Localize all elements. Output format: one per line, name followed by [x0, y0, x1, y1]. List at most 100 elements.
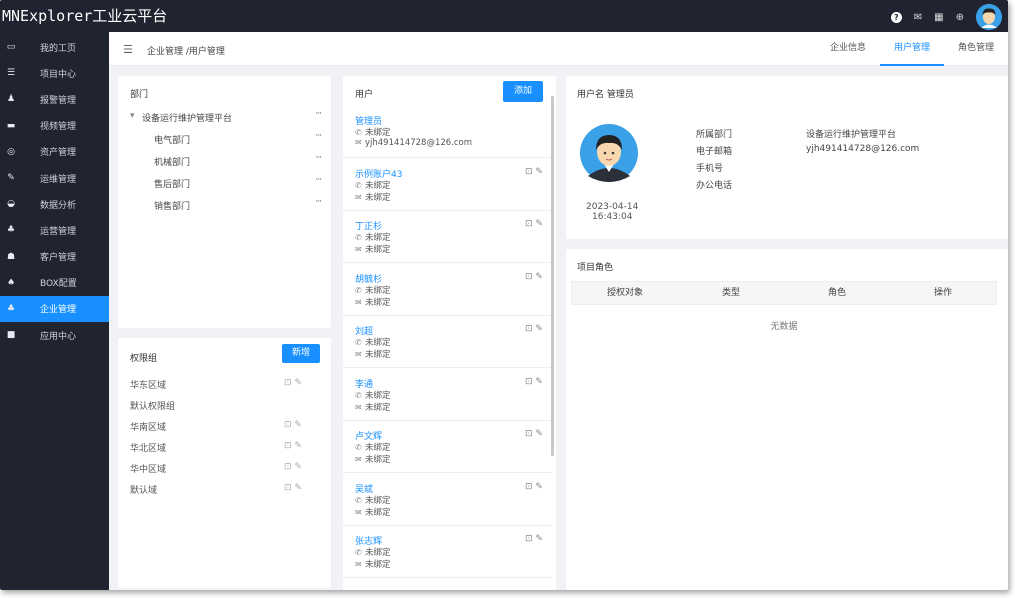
caret-down-icon[interactable]: ▾	[130, 111, 135, 121]
box-icon: ♠	[6, 277, 16, 288]
menu-toggle-icon[interactable]: ☰	[123, 43, 133, 56]
more-icon[interactable]: ···	[315, 109, 322, 119]
user-phone: ✆ 未绑定	[355, 336, 391, 348]
auth-group-name: 华北区域	[130, 444, 167, 454]
sidebar-item-label: 运营管理	[40, 226, 77, 237]
department-item[interactable]: 销售部门 ···	[118, 197, 331, 215]
phone-icon: ✆	[355, 180, 362, 190]
project-role-title: 项目角色	[577, 263, 614, 273]
mail-icon: ✉	[355, 138, 362, 147]
app-window: MNExplorer工业云平台 ? ✉ ▦ ⊕ ▭ 我的工页 ☰ 项目中心 ♟ 报警管理 ▬…	[0, 0, 1008, 590]
sidebar-item[interactable]: ◎ 资产管理	[0, 139, 109, 165]
edit-delete-icons[interactable]: ⊡ ✎	[525, 272, 543, 282]
user-phone: ✆ 未绑定	[355, 494, 391, 506]
department-name: 机械部门	[154, 158, 191, 168]
edit-delete-icons[interactable]: ⊡ ✎	[525, 324, 543, 334]
edit-delete-icons[interactable]: ⊡ ✎	[525, 167, 543, 177]
auth-group-item[interactable]: 华中区域 ⊡ ✎	[130, 462, 330, 475]
sidebar-item[interactable]: ☰ 项目中心	[0, 60, 109, 86]
created-date: 2023-04-14	[586, 202, 639, 212]
more-icon[interactable]: ···	[315, 197, 322, 207]
more-icon[interactable]: ···	[315, 153, 322, 163]
sidebar-item[interactable]: ♣ 企业管理	[0, 295, 109, 323]
user-email: ✉ 未绑定	[355, 296, 391, 308]
auth-group-item[interactable]: 默认域 ⊡ ✎	[130, 483, 330, 496]
user-email: ✉ 未绑定	[355, 453, 391, 465]
edit-delete-icons[interactable]: ⊡ ✎	[525, 482, 543, 492]
mail-icon: ✉	[355, 192, 362, 202]
user-email-value: yjh491414728@126.com	[365, 138, 473, 148]
sidebar-item[interactable]: ♣ 运营管理	[0, 217, 109, 243]
column-header: 操作	[933, 288, 952, 298]
sidebar-item-label: 项目中心	[40, 69, 77, 80]
mail-icon[interactable]: ✉	[914, 12, 922, 23]
edit-delete-icons[interactable]: ⊡ ✎	[525, 377, 543, 387]
user-card[interactable]: 卢文辉 ⊡ ✎ ✆ 未绑定 ✉ 未绑定	[343, 421, 552, 473]
user-phone: ✆ 未绑定	[355, 179, 391, 191]
department-item[interactable]: 售后部门 ···	[118, 175, 331, 193]
auth-group-panel: 权限组 新增 华东区域 ⊡ ✎ 默认权限组 华南区域 ⊡ ✎ 华北区域 ⊡ ✎ …	[118, 338, 331, 588]
auth-group-item[interactable]: 默认权限组	[130, 399, 330, 412]
sidebar-item[interactable]: ▭ 我的工页	[0, 34, 109, 60]
user-phone-value: 未绑定	[365, 233, 391, 243]
auth-group-item[interactable]: 华南区域 ⊡ ✎	[130, 420, 330, 433]
user-avatar-icon	[580, 124, 638, 182]
top-bar: MNExplorer工业云平台 ? ✉ ▦ ⊕	[0, 0, 1008, 32]
department-item[interactable]: 电气部门 ···	[118, 131, 331, 149]
edit-delete-icons[interactable]: ⊡ ✎	[284, 420, 302, 430]
edit-delete-icons[interactable]: ⊡ ✎	[284, 462, 302, 472]
user-email-value: 未绑定	[365, 245, 391, 255]
scrollbar[interactable]	[551, 96, 554, 456]
grid-icon[interactable]: ▦	[934, 12, 943, 23]
user-card[interactable]: 吴斌 ⊡ ✎ ✆ 未绑定 ✉ 未绑定	[343, 474, 552, 526]
edit-delete-icons[interactable]: ⊡ ✎	[284, 483, 302, 493]
more-icon[interactable]: ···	[315, 131, 322, 141]
sidebar-item[interactable]: ✎ 运维管理	[0, 165, 109, 191]
user-card[interactable]: 丁正杉 ⊡ ✎ ✆ 未绑定 ✉ 未绑定	[343, 211, 552, 263]
phone-icon: ✆	[355, 128, 362, 137]
sidebar-item[interactable]: ♠ BOX配置	[0, 270, 109, 296]
sidebar-item-label: 运维管理	[40, 174, 77, 185]
sidebar-item-label: 视频管理	[40, 122, 77, 133]
user-email-value: 未绑定	[365, 350, 391, 360]
user-card[interactable]: 张志辉 ⊡ ✎ ✆ 未绑定 ✉ 未绑定	[343, 526, 552, 578]
help-icon[interactable]: ?	[890, 11, 902, 23]
auth-group-item[interactable]: 华北区域 ⊡ ✎	[130, 441, 330, 454]
video-icon: ▬	[6, 120, 16, 131]
tab-role-management[interactable]: 角色管理	[944, 32, 1008, 66]
globe-icon[interactable]: ⊕	[956, 12, 964, 23]
auth-group-name: 默认权限组	[130, 402, 176, 412]
user-card[interactable]: 胡毓杉 ⊡ ✎ ✆ 未绑定 ✉ 未绑定	[343, 264, 552, 316]
tab-enterprise-info[interactable]: 企业信息	[816, 32, 880, 66]
sidebar-item[interactable]: ■ 应用中心	[0, 322, 109, 348]
column-header: 类型	[721, 288, 740, 298]
field-label: 手机号	[696, 164, 724, 174]
edit-delete-icons[interactable]: ⊡ ✎	[525, 429, 543, 439]
user-email: ✉ 未绑定	[355, 506, 391, 518]
auth-group-name: 华东区域	[130, 381, 167, 391]
auth-group-item[interactable]: 华东区域 ⊡ ✎	[130, 378, 330, 391]
department-tree-root[interactable]: ▾ 设备运行维护管理平台 ···	[118, 109, 331, 127]
add-auth-group-button[interactable]: 新增	[282, 344, 320, 363]
edit-delete-icons[interactable]: ⊡ ✎	[284, 441, 302, 451]
field-label: 电子邮箱	[696, 147, 733, 157]
user-card[interactable]: 示例账户43 ⊡ ✎ ✆ 未绑定 ✉ 未绑定	[343, 159, 552, 211]
sidebar-item[interactable]: ♟ 报警管理	[0, 86, 109, 112]
department-item[interactable]: 机械部门 ···	[118, 153, 331, 171]
user-card[interactable]: 管理员 ✆ 未绑定 ✉ yjh491414728@126.com	[343, 106, 552, 158]
sidebar-item[interactable]: ▬ 视频管理	[0, 113, 109, 139]
sidebar-item[interactable]: ☗ 客户管理	[0, 244, 109, 270]
tab-user-management[interactable]: 用户管理	[879, 32, 944, 66]
user-card[interactable]: 李通 ⊡ ✎ ✆ 未绑定 ✉ 未绑定	[343, 369, 552, 421]
more-icon[interactable]: ···	[315, 175, 322, 185]
created-time: 16:43:04	[592, 212, 633, 222]
sidebar-item[interactable]: ◒ 数据分析	[0, 191, 109, 217]
project-role-panel: 项目角色 授权对象 类型 角色 操作 无数据	[566, 249, 1008, 590]
avatar[interactable]	[976, 4, 1002, 30]
field-value: yjh491414728@126.com	[806, 144, 920, 154]
edit-delete-icons[interactable]: ⊡ ✎	[284, 378, 302, 388]
add-user-button[interactable]: 添加	[503, 81, 543, 102]
edit-delete-icons[interactable]: ⊡ ✎	[525, 534, 543, 544]
edit-delete-icons[interactable]: ⊡ ✎	[525, 219, 543, 229]
user-card[interactable]: 刘超 ⊡ ✎ ✆ 未绑定 ✉ 未绑定	[343, 316, 552, 368]
